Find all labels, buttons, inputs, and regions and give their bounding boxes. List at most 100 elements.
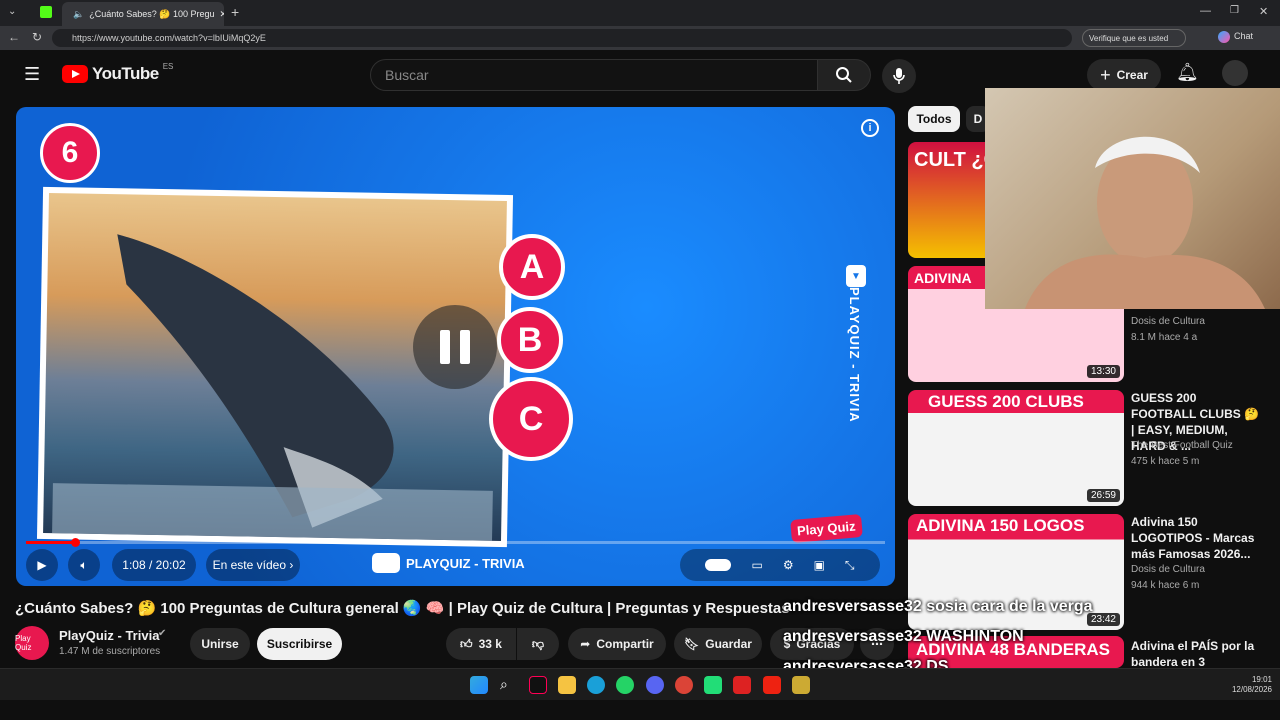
banner-text: PLAYQUIZ - TRIVIA: [406, 555, 525, 571]
create-button[interactable]: + Crear: [1087, 59, 1161, 91]
recommended-meta: 475 k hace 5 m: [1131, 456, 1200, 467]
search-placeholder: Buscar: [385, 67, 429, 83]
pause-overlay[interactable]: [413, 305, 497, 389]
channel-name[interactable]: PlayQuiz - Trivia: [59, 628, 159, 643]
autoplay-toggle[interactable]: [705, 559, 732, 571]
search-button[interactable]: [817, 59, 871, 91]
time-display: 1:08 / 20:02: [112, 549, 196, 581]
back-icon[interactable]: ←: [8, 30, 20, 44]
edge-browser-icon[interactable]: [587, 676, 605, 694]
chapter-button[interactable]: En este vídeo ›: [206, 549, 300, 581]
notifications-bell-icon[interactable]: 🔔︎: [1176, 62, 1199, 83]
app-icon[interactable]: [40, 6, 52, 18]
search-icon: [836, 67, 852, 83]
recommended-channel: Dosis de Cultura: [1131, 316, 1205, 327]
recommended-thumbnail[interactable]: GUESS 200 CLUBS 26:59: [908, 390, 1124, 506]
app-icon[interactable]: [792, 676, 810, 694]
reload-icon[interactable]: ↻: [32, 30, 42, 44]
recommended-channel: Dosis de Cultura: [1131, 564, 1205, 575]
duration-badge: 13:30: [1086, 365, 1120, 378]
copilot-icon: [1218, 31, 1230, 43]
account-avatar[interactable]: [1222, 60, 1248, 86]
like-button[interactable]: 👍︎ 33 k: [446, 628, 516, 660]
maximize-icon[interactable]: ❐: [1230, 5, 1239, 16]
miniplayer-icon[interactable]: ▣: [814, 558, 825, 572]
filter-chip-all[interactable]: Todos: [908, 106, 960, 132]
verify-button[interactable]: Verifique que es usted: [1082, 29, 1186, 47]
system-clock[interactable]: 19:01 12/08/2026: [1222, 675, 1272, 695]
subtitles-icon[interactable]: ▭: [751, 558, 762, 572]
option-a: A: [499, 234, 565, 300]
plus-icon: +: [1100, 64, 1111, 85]
option-c: C: [489, 377, 573, 461]
volume-button[interactable]: 🔈︎: [68, 549, 100, 581]
minimize-icon[interactable]: —: [1200, 5, 1211, 17]
youtube-logo[interactable]: YouTube ES: [62, 62, 173, 84]
progress-bar[interactable]: [26, 541, 885, 544]
channel-avatar[interactable]: Play Quiz: [15, 626, 49, 660]
clock-date: 12/08/2026: [1231, 685, 1272, 694]
search-input[interactable]: Buscar: [370, 59, 818, 91]
new-tab-icon[interactable]: +: [231, 4, 239, 20]
save-label: Guardar: [705, 637, 752, 651]
logo-text: YouTube: [92, 64, 159, 83]
duration-badge: 26:59: [1086, 489, 1120, 502]
active-tab[interactable]: 🔈 ¿Cuánto Sabes? 🤔 100 Pregu ✕: [62, 2, 224, 26]
app-icon[interactable]: [763, 676, 781, 694]
close-tab-icon[interactable]: ✕: [220, 9, 224, 20]
tab-menu-icon[interactable]: ⌄: [8, 6, 16, 17]
close-window-icon[interactable]: ✕: [1259, 5, 1268, 18]
copilot-chat-button[interactable]: Chat: [1218, 31, 1253, 43]
thumbs-up-icon: 👍︎: [460, 636, 473, 651]
whatsapp-icon[interactable]: [616, 676, 634, 694]
player-controls-right: ▭ ⚙ ▣ ⤡: [680, 549, 880, 581]
thumbnail-text: ADIVINA 150 LOGOS: [916, 516, 1085, 535]
join-button[interactable]: Unirse: [190, 628, 250, 660]
recommended-title[interactable]: Adivina el PAÍS por la bandera en 3: [1131, 638, 1261, 670]
speaker-icon[interactable]: 🔈: [73, 9, 84, 20]
menu-icon[interactable]: ☰: [24, 64, 40, 85]
recommended-meta: 8.1 M hace 4 a: [1131, 332, 1198, 343]
video-player[interactable]: 6 A B C i ▼ PLAYQUIZ - TRIVIA Play Quiz …: [16, 107, 895, 586]
webcam-overlay: [985, 88, 1280, 309]
scrubber-handle[interactable]: [70, 538, 80, 547]
recommended-channel: The Best Football Quiz: [1131, 440, 1233, 451]
chapter-label: En este vídeo: [212, 558, 287, 572]
bookmark-icon: 🔖︎: [684, 637, 700, 651]
file-explorer-icon[interactable]: [558, 676, 576, 694]
verified-icon: ✔: [158, 628, 167, 639]
microphone-icon: [893, 68, 905, 84]
tiktok-icon[interactable]: [529, 676, 547, 694]
thumbs-down-icon: 👎︎: [531, 636, 545, 651]
recommended-meta: 944 k hace 6 m: [1131, 580, 1200, 591]
tab-title: ¿Cuánto Sabes? 🤔 100 Pregu: [89, 8, 215, 19]
dislike-button[interactable]: 👎︎: [517, 628, 559, 660]
save-button[interactable]: 🔖︎ Guardar: [674, 628, 762, 660]
app-icon[interactable]: [733, 676, 751, 694]
dropdown-marker-icon: ▼: [846, 265, 866, 287]
subscribe-button[interactable]: Suscribirse: [257, 628, 342, 660]
windows-start-icon[interactable]: [470, 676, 488, 694]
url-field[interactable]: https://www.youtube.com/watch?v=lbIUiMqQ…: [52, 29, 1072, 47]
streamer-silhouette: [1025, 136, 1265, 309]
browser-tab-bar: ⌄ 🔈 ¿Cuánto Sabes? 🤔 100 Pregu ✕ + — ❐ ✕: [0, 0, 1280, 26]
chat-label: Chat: [1234, 31, 1254, 41]
taskbar: ⌕ 19:01 12/08/2026: [0, 668, 1280, 700]
recommended-title[interactable]: Adivina 150 LOGOTIPOS - Marcas más Famos…: [1131, 514, 1261, 562]
info-icon[interactable]: i: [861, 119, 879, 137]
vertical-channel-text: PLAYQUIZ - TRIVIA: [847, 287, 862, 423]
like-count: 33 k: [478, 637, 502, 651]
play-button[interactable]: ▶: [26, 549, 58, 581]
share-button[interactable]: ➦ Compartir: [568, 628, 666, 660]
verify-label: Verifique que es usted: [1089, 34, 1169, 43]
chrome-icon[interactable]: [675, 676, 693, 694]
settings-gear-icon[interactable]: ⚙: [783, 558, 794, 572]
progress-fill: [26, 541, 75, 544]
create-label: Crear: [1116, 68, 1148, 82]
fullscreen-icon[interactable]: ⤡: [845, 558, 855, 573]
app-icon[interactable]: [704, 676, 722, 694]
voice-search-button[interactable]: [882, 59, 916, 93]
search-icon[interactable]: ⌕: [500, 676, 518, 694]
thumbnail-text: GUESS 200 CLUBS: [928, 392, 1084, 411]
discord-icon[interactable]: [646, 676, 664, 694]
